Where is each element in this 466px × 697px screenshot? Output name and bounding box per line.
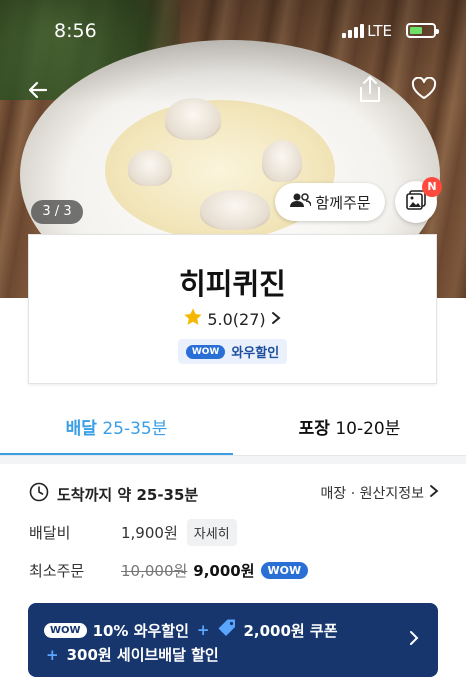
arrival-time: 도착까지 약 25-35분 xyxy=(29,482,198,506)
coupon-text: 2,000원 쿠폰 xyxy=(243,621,338,640)
promo-banner[interactable]: WOW 10% 와우할인 + 2,000원 쿠폰 + 300원 세이브배달 할인 xyxy=(28,603,438,677)
plus-icon: + xyxy=(46,645,59,664)
store-info-link[interactable]: 매장 · 원산지정보 xyxy=(320,483,440,503)
store-info-label: 매장 · 원산지정보 xyxy=(320,486,424,502)
save-delivery-text: 300원 세이브배달 할인 xyxy=(66,646,219,664)
delivery-fee-value: 1,900원 xyxy=(121,524,178,542)
clock-icon xyxy=(29,482,49,506)
min-order-row: 최소주문 10,000원 9,000원 WOW xyxy=(29,560,309,581)
tab-pickup[interactable]: 포장 10-20분 xyxy=(233,405,466,457)
photo-gallery-button[interactable]: N xyxy=(395,177,442,223)
network-label: LTE xyxy=(367,22,392,40)
people-icon xyxy=(289,192,313,212)
chevron-right-icon xyxy=(270,310,282,329)
chevron-right-icon xyxy=(408,629,420,651)
delivery-fee-detail-button[interactable]: 자세히 xyxy=(186,519,237,546)
plus-icon: + xyxy=(196,621,210,639)
arrival-text: 도착까지 약 25-35분 xyxy=(57,485,199,504)
rating-link[interactable]: 5.0(27) xyxy=(29,307,436,331)
min-order-original: 10,000원 xyxy=(121,562,188,580)
image-counter: 3 / 3 xyxy=(31,200,83,224)
min-order-value: 9,000원 xyxy=(193,562,255,580)
tab-delivery-label: 배달 xyxy=(65,419,97,439)
group-order-label: 함께주문 xyxy=(315,193,371,212)
signal-icon xyxy=(342,24,368,38)
gallery-icon xyxy=(406,190,426,214)
delivery-fee-row: 배달비 1,900원 자세히 xyxy=(29,519,237,546)
coupon-icon xyxy=(217,618,237,642)
store-name: 히피퀴진 xyxy=(179,267,286,301)
battery-icon xyxy=(406,23,439,38)
status-time: 8:56 xyxy=(54,20,97,42)
delivery-fee-label: 배달비 xyxy=(29,524,71,542)
tab-delivery[interactable]: 배달 25-35분 xyxy=(0,405,233,457)
wow-tag: WOW xyxy=(185,344,226,359)
wow-tag: WOW xyxy=(44,622,87,638)
tab-pickup-time: 10-20분 xyxy=(335,419,401,439)
wow-discount-badge: WOW 와우할인 xyxy=(177,339,288,364)
wow-discount-label: 와우할인 xyxy=(231,346,280,361)
section-divider xyxy=(0,456,466,464)
wow-tag: WOW xyxy=(260,562,309,579)
wow-discount-text: 10% 와우할인 xyxy=(92,621,189,640)
rating-value: 5.0(27) xyxy=(207,309,266,329)
star-icon xyxy=(183,307,203,331)
min-order-label: 최소주문 xyxy=(29,562,85,580)
heart-icon[interactable] xyxy=(411,76,437,105)
store-card: 히피퀴진 5.0(27) WOW 와우할인 xyxy=(28,234,437,384)
chevron-right-icon xyxy=(428,484,440,502)
new-badge: N xyxy=(422,177,442,197)
group-order-button[interactable]: 함께주문 xyxy=(275,183,385,221)
order-type-tabs: 배달 25-35분 포장 10-20분 xyxy=(0,405,466,457)
back-arrow-icon[interactable] xyxy=(26,78,50,106)
status-bar: 8:56 LTE xyxy=(0,20,466,44)
tab-delivery-time: 25-35분 xyxy=(102,419,168,439)
tab-pickup-label: 포장 xyxy=(298,419,330,439)
share-icon[interactable] xyxy=(356,74,384,108)
